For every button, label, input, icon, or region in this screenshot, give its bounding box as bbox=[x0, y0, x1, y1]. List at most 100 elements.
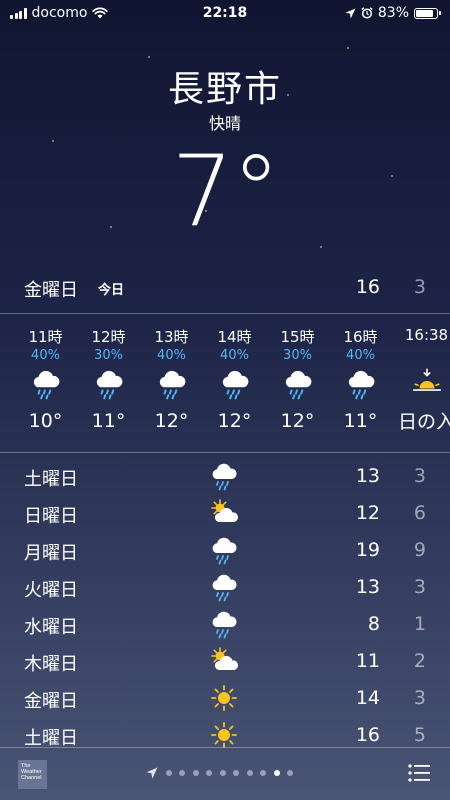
today-high: 16 bbox=[355, 276, 380, 298]
hourly-temperature: 11° bbox=[343, 410, 378, 432]
page-dot[interactable] bbox=[287, 770, 293, 776]
hourly-item: 16時 40% 11° bbox=[329, 318, 392, 432]
hourly-precip-chance bbox=[395, 345, 450, 361]
background-star bbox=[347, 47, 349, 49]
page-dot[interactable] bbox=[179, 770, 185, 776]
hourly-time: 12時 bbox=[91, 328, 126, 346]
daily-low: 2 bbox=[413, 650, 426, 672]
hourly-precip-chance: 40% bbox=[346, 348, 375, 363]
rain-cloud-icon bbox=[266, 364, 329, 404]
daily-day: 火曜日 bbox=[24, 580, 78, 601]
daily-high: 19 bbox=[355, 539, 380, 561]
daily-row: 火曜日 13 3 bbox=[0, 569, 450, 606]
hourly-temperature: 12° bbox=[217, 410, 252, 432]
daily-row: 木曜日 11 2 bbox=[0, 643, 450, 680]
hourly-precip-chance: 30% bbox=[283, 348, 312, 363]
hourly-item: 11時 40% 10° bbox=[14, 318, 77, 432]
hourly-time: 16:38 bbox=[404, 326, 449, 344]
partly-cloudy-icon bbox=[207, 646, 241, 676]
rain-cloud-icon bbox=[207, 535, 241, 565]
daily-low: 3 bbox=[413, 465, 426, 487]
hourly-precip-chance: 40% bbox=[220, 348, 249, 363]
hourly-item: 15時 30% 12° bbox=[266, 318, 329, 432]
rain-cloud-icon bbox=[207, 461, 241, 491]
alarm-icon bbox=[361, 7, 373, 19]
city-name: 長野市 bbox=[167, 69, 282, 110]
weather-channel-logo[interactable]: The Weather Channel bbox=[18, 760, 47, 789]
location-arrow-icon bbox=[146, 767, 158, 779]
daily-row: 土曜日 13 3 bbox=[0, 458, 450, 495]
daily-low: 3 bbox=[413, 576, 426, 598]
bottom-bar: The Weather Channel bbox=[0, 748, 450, 800]
daily-low: 1 bbox=[413, 613, 426, 635]
sunset-icon bbox=[395, 361, 450, 401]
hourly-forecast[interactable]: 11時 40% 10° 12時 30% 11° 13時 40% 12° 14時 … bbox=[0, 318, 450, 448]
daily-row: 金曜日 14 3 bbox=[0, 680, 450, 717]
list-icon[interactable] bbox=[408, 764, 430, 782]
rain-cloud-icon bbox=[140, 364, 203, 404]
page-dot[interactable] bbox=[219, 770, 226, 776]
weather-condition: 快晴 bbox=[208, 114, 241, 133]
daily-low: 5 bbox=[413, 724, 426, 746]
daily-high: 13 bbox=[355, 576, 380, 598]
hourly-item: 13時 40% 12° bbox=[140, 318, 203, 432]
battery-fill bbox=[416, 9, 433, 17]
daily-day: 水曜日 bbox=[24, 617, 78, 638]
hourly-temperature: 12° bbox=[154, 410, 189, 432]
current-temperature: 7° bbox=[171, 135, 280, 249]
daily-day: 金曜日 bbox=[24, 691, 78, 712]
hourly-temperature: 11° bbox=[91, 410, 126, 432]
rain-cloud-icon bbox=[207, 609, 241, 639]
divider bbox=[0, 313, 450, 314]
daily-day: 月曜日 bbox=[24, 543, 78, 564]
hourly-precip-chance: 30% bbox=[94, 348, 123, 363]
location-arrow-icon bbox=[345, 8, 356, 18]
daily-low: 9 bbox=[413, 539, 426, 561]
daily-day: 木曜日 bbox=[24, 654, 78, 675]
hourly-time: 14時 bbox=[217, 328, 252, 346]
rain-cloud-icon bbox=[14, 364, 77, 404]
daily-low: 3 bbox=[413, 687, 426, 709]
daily-row: 日曜日 12 6 bbox=[0, 495, 450, 532]
daily-day: 日曜日 bbox=[24, 506, 78, 527]
page-dot[interactable] bbox=[165, 770, 172, 776]
hourly-item: 14時 40% 12° bbox=[203, 318, 266, 432]
rain-cloud-icon bbox=[203, 364, 266, 404]
page-dot[interactable] bbox=[206, 770, 212, 776]
hourly-item: 16:38 日の入 bbox=[395, 318, 450, 434]
daily-day: 土曜日 bbox=[24, 469, 78, 490]
battery-percent: 83% bbox=[377, 5, 409, 21]
hourly-temperature: 12° bbox=[280, 410, 315, 432]
daily-forecast[interactable]: 土曜日 13 3 日曜日 12 6 月曜日 19 9 火曜日 13 3 水曜日 … bbox=[0, 458, 450, 754]
page-dot[interactable] bbox=[233, 770, 239, 776]
page-indicator[interactable] bbox=[146, 767, 293, 779]
rain-cloud-icon bbox=[77, 364, 140, 404]
rain-cloud-icon bbox=[329, 364, 392, 404]
page-dot[interactable] bbox=[260, 770, 266, 776]
daily-high: 16 bbox=[355, 724, 380, 746]
hourly-time: 13時 bbox=[154, 328, 189, 346]
daily-row: 月曜日 19 9 bbox=[0, 532, 450, 569]
status-bar: docomo 22:18 83% bbox=[0, 0, 450, 26]
hourly-time: 15時 bbox=[280, 328, 315, 346]
page-dot[interactable] bbox=[192, 770, 199, 776]
page-dot[interactable] bbox=[246, 770, 253, 776]
rain-cloud-icon bbox=[207, 572, 241, 602]
hourly-time: 16時 bbox=[343, 328, 378, 346]
today-day: 金曜日 bbox=[24, 280, 78, 301]
hourly-precip-chance: 40% bbox=[31, 348, 60, 363]
today-low: 3 bbox=[413, 276, 426, 298]
sun-icon bbox=[207, 683, 241, 713]
divider bbox=[0, 452, 450, 453]
daily-row: 水曜日 8 1 bbox=[0, 606, 450, 643]
page-dot[interactable] bbox=[273, 770, 280, 776]
daily-low: 6 bbox=[413, 502, 426, 524]
daily-high: 8 bbox=[367, 613, 380, 635]
daily-high: 13 bbox=[355, 465, 380, 487]
hourly-temperature: 10° bbox=[28, 410, 63, 432]
hourly-temperature: 日の入 bbox=[397, 411, 450, 433]
hourly-time: 11時 bbox=[28, 328, 63, 346]
daily-high: 14 bbox=[355, 687, 380, 709]
today-row: 金曜日 今日 16 3 bbox=[0, 268, 450, 308]
sun-icon bbox=[207, 720, 241, 750]
